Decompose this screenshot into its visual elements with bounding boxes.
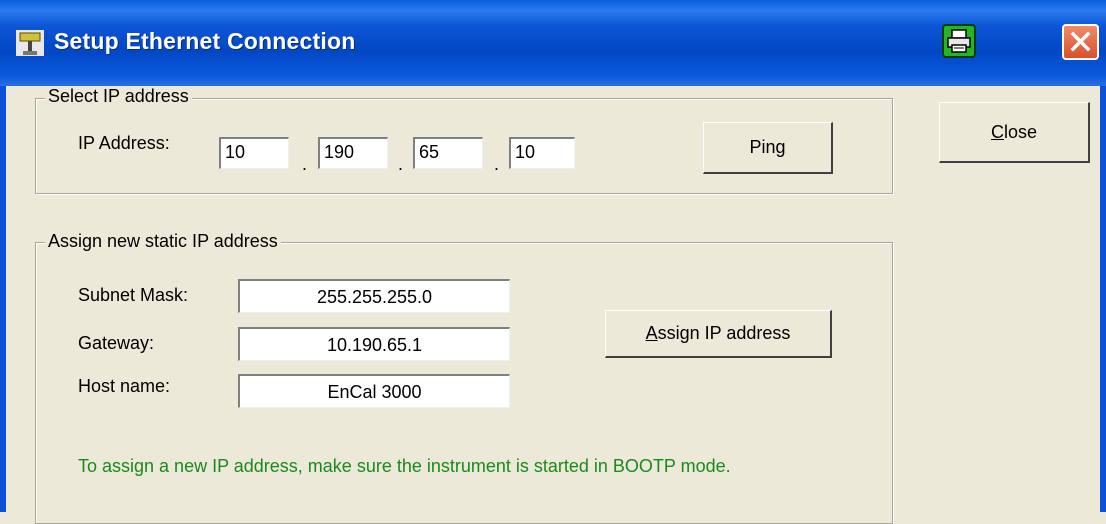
gateway-label: Gateway: xyxy=(78,333,155,353)
assign-ip-button[interactable]: Assign IP address xyxy=(605,310,832,358)
ip-octet-3-input[interactable]: 65 xyxy=(413,137,483,169)
window-close-button[interactable] xyxy=(1062,24,1099,60)
close-button[interactable]: Close xyxy=(939,102,1090,163)
select-ip-legend: Select IP address xyxy=(45,86,192,107)
ip-separator: . xyxy=(494,154,500,174)
ip-address-label: IP Address: xyxy=(78,133,170,153)
ping-button-label: Ping xyxy=(749,137,786,157)
host-name-label: Host name: xyxy=(78,376,171,396)
assign-ip-legend: Assign new static IP address xyxy=(45,231,281,252)
bootp-mode-note: To assign a new IP address, make sure th… xyxy=(78,456,731,476)
printer-icon xyxy=(947,29,971,53)
host-name-input[interactable]: EnCal 3000 xyxy=(238,374,510,408)
ip-separator: . xyxy=(302,154,308,174)
assign-ip-button-label: Assign IP address xyxy=(645,323,791,343)
window-title: Setup Ethernet Connection xyxy=(54,28,356,54)
subnet-mask-label: Subnet Mask: xyxy=(78,285,189,305)
close-button-label: Close xyxy=(990,121,1038,142)
title-bar[interactable]: Setup Ethernet Connection xyxy=(0,0,1106,86)
ping-button[interactable]: Ping xyxy=(703,122,833,174)
ip-octet-2-input[interactable]: 190 xyxy=(318,137,388,169)
ip-octet-4-input[interactable]: 10 xyxy=(509,137,575,169)
printer-button[interactable] xyxy=(942,24,976,58)
ip-octet-1-input[interactable]: 10 xyxy=(219,137,289,169)
gateway-input[interactable]: 10.190.65.1 xyxy=(238,327,510,361)
window-frame-right xyxy=(1100,86,1106,512)
ip-separator: . xyxy=(398,154,404,174)
window-frame-left xyxy=(0,86,6,512)
close-x-icon xyxy=(1070,31,1091,52)
subnet-mask-input[interactable]: 255.255.255.0 xyxy=(238,279,510,313)
network-cable-icon xyxy=(16,30,44,56)
